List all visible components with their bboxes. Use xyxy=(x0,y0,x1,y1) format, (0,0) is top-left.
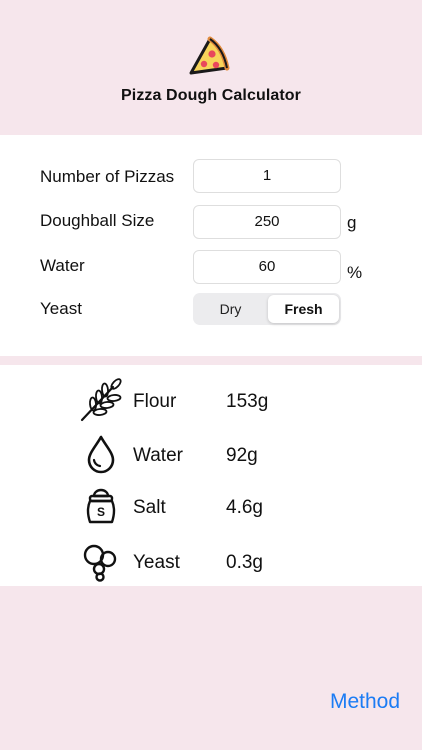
salt-shaker-icon: S xyxy=(86,488,116,524)
yeast-result-value: 0.3g xyxy=(226,552,263,573)
water-result-label: Water xyxy=(133,445,183,466)
bubbles-icon xyxy=(83,544,117,582)
pizzas-label: Number of Pizzas xyxy=(40,167,175,186)
salt-value: 4.6g xyxy=(226,497,263,518)
yeast-fresh-option[interactable]: Fresh xyxy=(268,295,339,323)
results-panel xyxy=(0,365,422,586)
method-link[interactable]: Method xyxy=(300,690,400,714)
app-header: Pizza Dough Calculator xyxy=(0,0,422,135)
yeast-dry-option[interactable]: Dry xyxy=(195,295,266,323)
pizza-slice-icon xyxy=(189,36,230,75)
svg-text:S: S xyxy=(97,505,105,519)
yeast-result-label: Yeast xyxy=(133,552,180,573)
pizzas-input[interactable]: 1 xyxy=(193,159,341,193)
water-unit: % xyxy=(347,263,363,282)
salt-label: Salt xyxy=(133,497,166,518)
water-result-value: 92g xyxy=(226,445,258,466)
app-title: Pizza Dough Calculator xyxy=(121,87,301,104)
water-label: Water xyxy=(40,256,85,275)
water-drop-icon xyxy=(87,435,115,474)
doughball-size-input[interactable]: 250 xyxy=(193,205,341,239)
flour-label: Flour xyxy=(133,391,177,412)
yeast-type-selector[interactable]: Dry Fresh xyxy=(193,293,341,325)
doughball-unit: g xyxy=(347,213,357,232)
water-input[interactable]: 60 xyxy=(193,250,341,284)
wheat-icon xyxy=(80,378,122,422)
yeast-label: Yeast xyxy=(40,299,82,318)
doughball-size-label: Doughball Size xyxy=(40,211,155,230)
flour-value: 153g xyxy=(226,391,269,412)
